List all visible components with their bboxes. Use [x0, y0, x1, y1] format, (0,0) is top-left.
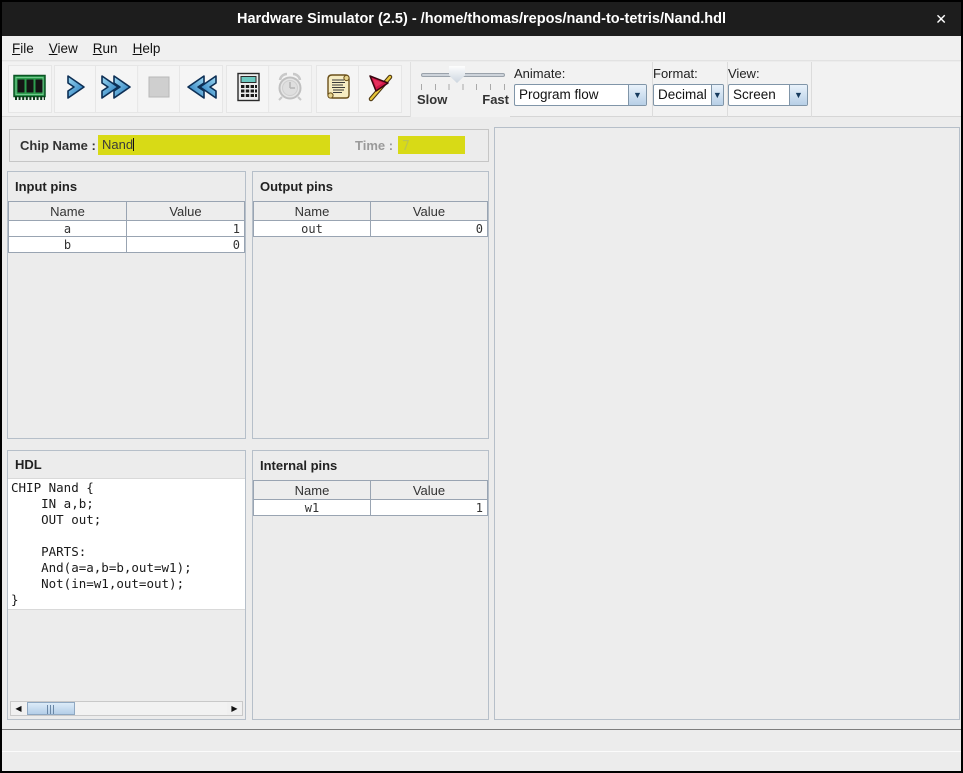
screen-view-panel	[494, 127, 960, 720]
scrollbar-grip	[47, 705, 55, 714]
menu-file[interactable]: File	[10, 38, 43, 59]
pin-name-w1: w1	[254, 500, 371, 516]
menu-help[interactable]: Help	[131, 38, 170, 59]
input-pins-panel: Input pins Name Value a 1 b 0	[7, 171, 246, 439]
hdl-horizontal-scrollbar[interactable]: ◀ ▶	[10, 701, 243, 716]
speed-slider-ticks	[421, 84, 505, 90]
output-pins-panel: Output pins Name Value out 0	[252, 171, 489, 439]
column-header-value: Value	[371, 481, 488, 500]
internal-pins-title: Internal pins	[253, 451, 488, 473]
load-script-icon	[324, 71, 352, 108]
clock-tick-icon	[274, 71, 306, 108]
toolbar: Slow Fast Animate: Program flow ▼ Format…	[2, 62, 961, 117]
view-select[interactable]: Screen ▼	[728, 84, 808, 106]
format-select[interactable]: Decimal ▼	[653, 84, 724, 106]
window-title: Hardware Simulator (2.5) - /home/thomas/…	[237, 11, 726, 27]
view-value: Screen	[729, 85, 789, 105]
hdl-title: HDL	[8, 451, 245, 472]
scrollbar-thumb[interactable]	[27, 702, 75, 715]
hdl-code-view[interactable]: CHIP Nand { IN a,b; OUT out; PARTS: And(…	[8, 478, 245, 610]
pin-name-b: b	[9, 237, 127, 253]
run-button[interactable]	[95, 65, 139, 113]
chip-name-input[interactable]: Nand	[98, 135, 330, 155]
time-field: 7	[398, 136, 465, 154]
pin-value-out: 0	[371, 221, 488, 237]
load-chip-button[interactable]	[8, 65, 52, 113]
internal-pins-table: Name Value w1 1	[253, 480, 488, 516]
table-row: a 1	[9, 221, 245, 237]
format-label: Format:	[653, 66, 727, 81]
app-window: Hardware Simulator (2.5) - /home/thomas/…	[0, 0, 963, 773]
chip-name-bar: Chip Name : Nand Time : 7	[9, 129, 489, 162]
pin-name-a: a	[9, 221, 127, 237]
chip-name-label: Chip Name :	[20, 138, 96, 153]
speed-slider-thumb[interactable]	[449, 66, 465, 83]
internal-pins-panel: Internal pins Name Value w1 1	[252, 450, 489, 720]
close-icon[interactable]: ✕	[935, 2, 947, 36]
menu-view[interactable]: View	[47, 38, 87, 59]
pin-value-b[interactable]: 0	[127, 237, 245, 253]
view-group: View: Screen ▼	[728, 62, 812, 117]
animate-label: Animate:	[514, 66, 652, 81]
menu-bar: File View Run Help	[2, 36, 961, 61]
reset-icon	[182, 72, 220, 107]
animate-value: Program flow	[515, 85, 628, 105]
pin-value-w1: 1	[371, 500, 488, 516]
clock-tick-button	[268, 65, 312, 113]
load-chip-icon	[12, 72, 48, 107]
breakpoints-button[interactable]	[358, 65, 402, 113]
view-label: View:	[728, 66, 811, 81]
scroll-left-icon[interactable]: ◀	[11, 702, 26, 715]
output-pins-table: Name Value out 0	[253, 201, 488, 237]
table-row: out 0	[254, 221, 488, 237]
chevron-down-icon[interactable]: ▼	[628, 85, 646, 105]
column-header-name: Name	[254, 202, 371, 221]
input-pins-table: Name Value a 1 b 0	[8, 201, 245, 253]
status-message-bar	[2, 729, 961, 752]
speed-slider-group: Slow Fast	[410, 62, 510, 117]
column-header-value: Value	[127, 202, 245, 221]
animate-select[interactable]: Program flow ▼	[514, 84, 647, 106]
output-pins-title: Output pins	[253, 172, 488, 194]
table-row: b 0	[9, 237, 245, 253]
run-icon	[98, 72, 136, 107]
pin-value-a[interactable]: 1	[127, 221, 245, 237]
format-group: Format: Decimal ▼	[653, 62, 728, 117]
chevron-down-icon[interactable]: ▼	[711, 85, 723, 105]
pin-name-out: out	[254, 221, 371, 237]
animate-group: Animate: Program flow ▼	[514, 62, 653, 117]
stop-icon	[146, 74, 172, 105]
slider-fast-label: Fast	[482, 92, 509, 107]
load-script-button[interactable]	[316, 65, 360, 113]
evaluate-button[interactable]	[226, 65, 270, 113]
single-step-button[interactable]	[54, 65, 98, 113]
format-value: Decimal	[654, 85, 711, 105]
text-caret	[133, 138, 134, 151]
stop-button	[137, 65, 181, 113]
menu-run[interactable]: Run	[91, 38, 127, 59]
slider-slow-label: Slow	[417, 92, 447, 107]
column-header-name: Name	[254, 481, 371, 500]
table-row: w1 1	[254, 500, 488, 516]
column-header-name: Name	[9, 202, 127, 221]
title-bar: Hardware Simulator (2.5) - /home/thomas/…	[2, 2, 961, 36]
input-pins-title: Input pins	[8, 172, 245, 194]
breakpoints-icon	[364, 71, 396, 108]
scroll-right-icon[interactable]: ▶	[227, 702, 242, 715]
column-header-value: Value	[371, 202, 488, 221]
single-step-icon	[63, 72, 89, 107]
time-label: Time :	[355, 138, 393, 153]
evaluate-icon	[234, 71, 262, 108]
chevron-down-icon[interactable]: ▼	[789, 85, 807, 105]
reset-button[interactable]	[179, 65, 223, 113]
hdl-panel: HDL CHIP Nand { IN a,b; OUT out; PARTS: …	[7, 450, 246, 720]
